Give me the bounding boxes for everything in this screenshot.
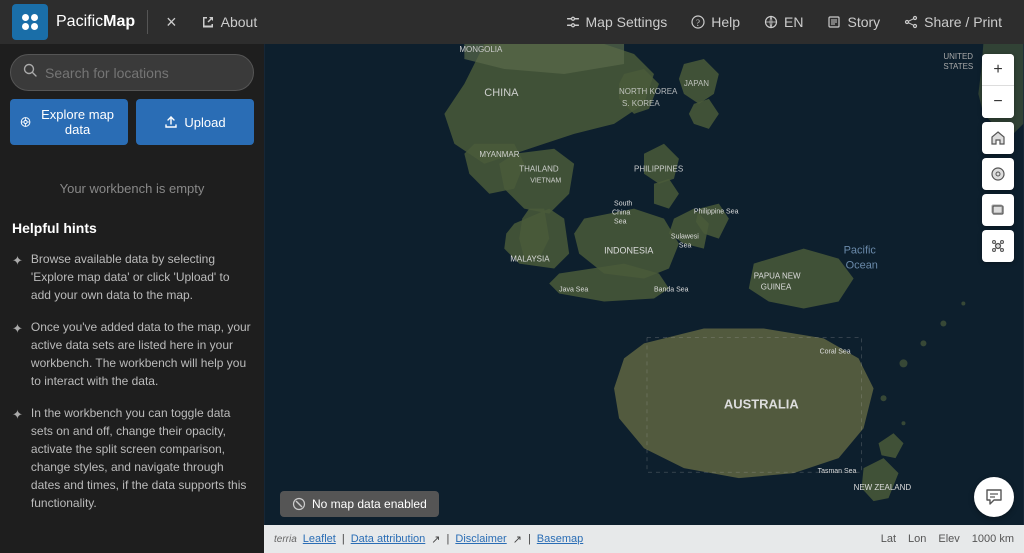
svg-text:Java Sea: Java Sea: [559, 287, 588, 294]
map-settings-icon: [566, 15, 580, 29]
home-button[interactable]: [982, 122, 1014, 154]
leaflet-link[interactable]: Leaflet: [303, 533, 336, 545]
hint-item-3: ✦ In the workbench you can toggle data s…: [12, 404, 252, 512]
external-link-icon: [201, 15, 215, 29]
data-attribution-link[interactable]: Data attribution: [351, 533, 426, 545]
help-icon: ?: [691, 15, 705, 29]
svg-text:Sea: Sea: [614, 219, 627, 226]
close-button[interactable]: ×: [160, 7, 183, 37]
explore-icon: [20, 115, 31, 129]
sidebar: Explore map data Upload Your workbench i…: [0, 44, 264, 553]
basemap-link[interactable]: Basemap: [537, 533, 583, 545]
zoom-in-button[interactable]: +: [982, 54, 1014, 86]
svg-text:MYANMAR: MYANMAR: [479, 150, 519, 159]
layers-button[interactable]: [982, 194, 1014, 226]
search-input[interactable]: [45, 65, 241, 81]
zoom-out-button[interactable]: −: [982, 86, 1014, 118]
logo-text: PacificMap: [56, 13, 135, 31]
globe-icon: [764, 15, 778, 29]
helpful-hints-section: Helpful hints ✦ Browse available data by…: [0, 220, 264, 526]
svg-text:GUINEA: GUINEA: [761, 283, 792, 292]
svg-text:NORTH KOREA: NORTH KOREA: [619, 87, 678, 96]
coordinates-display: Lat Lon Elev 1000 km: [881, 533, 1014, 545]
svg-text:MONGOLIA: MONGOLIA: [459, 45, 503, 54]
no-data-badge: No map data enabled: [280, 491, 439, 517]
svg-text:STATES: STATES: [943, 62, 973, 71]
action-buttons: Explore map data Upload: [10, 99, 254, 145]
nodes-icon: [990, 238, 1006, 254]
svg-text:Ocean: Ocean: [846, 260, 878, 272]
chat-button[interactable]: [974, 477, 1014, 517]
svg-text:MALAYSIA: MALAYSIA: [510, 255, 550, 264]
hint-icon-3: ✦: [12, 405, 23, 512]
svg-text:Sea: Sea: [679, 243, 692, 250]
svg-text:CHINA: CHINA: [484, 87, 519, 99]
hint-item-1: ✦ Browse available data by selecting 'Ex…: [12, 250, 252, 304]
svg-text:VIETNAM: VIETNAM: [530, 178, 561, 185]
nodes-button[interactable]: [982, 230, 1014, 262]
svg-text:Coral Sea: Coral Sea: [820, 348, 851, 355]
share-print-button[interactable]: Share / Print: [894, 8, 1012, 36]
svg-text:China: China: [612, 210, 630, 217]
search-container: [10, 54, 254, 91]
svg-text:THAILAND: THAILAND: [519, 165, 559, 174]
svg-text:Philippine Sea: Philippine Sea: [694, 209, 739, 216]
map-area[interactable]: CHINA NORTH KOREA S. KOREA JAPAN MYANMAR…: [264, 44, 1024, 553]
svg-text:South: South: [614, 201, 632, 208]
map-settings-button[interactable]: Map Settings: [556, 8, 678, 36]
chat-icon: [984, 487, 1004, 507]
svg-text:Banda Sea: Banda Sea: [654, 287, 689, 294]
compass-icon: [990, 166, 1006, 182]
svg-text:Sulawesi: Sulawesi: [671, 234, 699, 241]
home-icon: [990, 130, 1006, 146]
svg-text:JAPAN: JAPAN: [684, 79, 709, 88]
map-canvas: CHINA NORTH KOREA S. KOREA JAPAN MYANMAR…: [264, 44, 1024, 553]
svg-text:S. KOREA: S. KOREA: [622, 99, 660, 108]
map-status-bar: terria Leaflet | Data attribution ↗ | Di…: [264, 525, 1024, 553]
svg-text:NEW ZEALAND: NEW ZEALAND: [854, 483, 912, 492]
svg-text:PHILIPPINES: PHILIPPINES: [634, 165, 683, 174]
layers-icon: [990, 202, 1006, 218]
help-button[interactable]: ? Help: [681, 8, 750, 36]
svg-text:Tasman Sea: Tasman Sea: [818, 468, 857, 475]
hint-icon-2: ✦: [12, 319, 23, 390]
upload-icon: [164, 115, 178, 129]
svg-text:AUSTRALIA: AUSTRALIA: [724, 396, 800, 411]
hint-icon-1: ✦: [12, 251, 23, 304]
hint-item-2: ✦ Once you've added data to the map, you…: [12, 318, 252, 390]
svg-text:PAPUA NEW: PAPUA NEW: [754, 272, 801, 281]
about-button[interactable]: About: [191, 8, 268, 36]
app-logo: PacificMap: [12, 4, 135, 40]
language-button[interactable]: EN: [754, 8, 813, 36]
zoom-controls: + −: [982, 54, 1014, 118]
nav-divider: [147, 10, 148, 34]
helpful-hints-title: Helpful hints: [12, 220, 252, 236]
svg-text:UNITED: UNITED: [943, 52, 973, 61]
nav-right-actions: Map Settings ? Help EN Stor: [556, 8, 1012, 36]
svg-text:Pacific: Pacific: [844, 245, 877, 257]
terria-logo: terria: [274, 534, 297, 545]
logo-icon: [12, 4, 48, 40]
no-data-icon: [292, 497, 306, 511]
explore-map-data-button[interactable]: Explore map data: [10, 99, 128, 145]
navbar: PacificMap × About Map Settings: [0, 0, 1024, 44]
story-icon: [827, 15, 841, 29]
workbench-empty-message: Your workbench is empty: [10, 181, 254, 196]
share-icon: [904, 15, 918, 29]
story-button[interactable]: Story: [817, 8, 890, 36]
map-controls: + −: [982, 54, 1014, 262]
search-icon: [23, 63, 37, 82]
svg-text:INDONESIA: INDONESIA: [604, 246, 653, 256]
svg-text:?: ?: [696, 18, 700, 28]
disclaimer-link[interactable]: Disclaimer: [455, 533, 506, 545]
compass-button[interactable]: [982, 158, 1014, 190]
main-content: Explore map data Upload Your workbench i…: [0, 44, 1024, 553]
upload-button[interactable]: Upload: [136, 99, 254, 145]
